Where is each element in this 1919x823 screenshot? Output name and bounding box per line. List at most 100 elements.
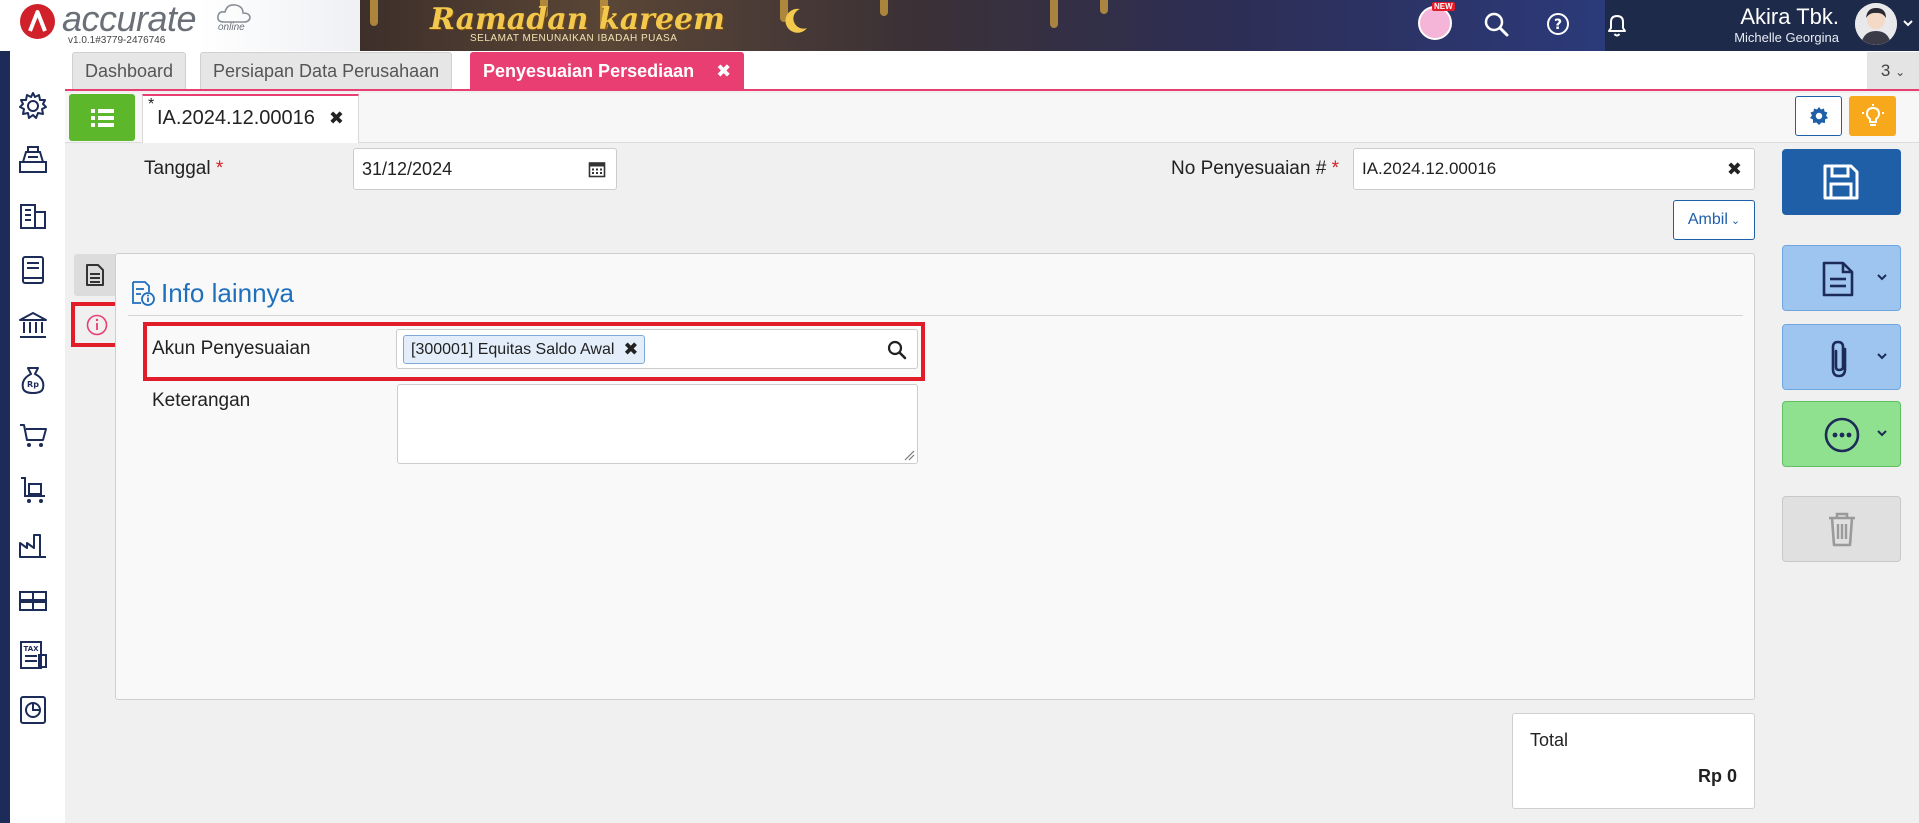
document-info-icon: [130, 280, 156, 306]
no-penyesuaian-value: IA.2024.12.00016: [1362, 159, 1497, 178]
info-tab[interactable]: [71, 302, 119, 347]
save-button[interactable]: [1782, 149, 1901, 215]
search-icon[interactable]: [887, 340, 907, 360]
notification-bell-icon[interactable]: [1605, 12, 1629, 38]
ramadan-banner: Ramadan kareem SELAMAT MENUNAIKAN IBADAH…: [360, 0, 1605, 51]
lantern-decoration: [1100, 0, 1108, 14]
tab-label: Penyesuaian Persediaan: [483, 61, 695, 81]
help-icon[interactable]: ?: [1544, 10, 1572, 38]
version-label: v1.0.1#3779-2476746: [68, 35, 166, 46]
no-penyesuaian-label-text: No Penyesuaian #: [1171, 158, 1327, 179]
search-icon[interactable]: [1482, 10, 1510, 38]
settings-button[interactable]: [1795, 96, 1842, 136]
unsaved-marker: *: [148, 96, 155, 113]
akun-penyesuaian-input[interactable]: [300001] Equitas Saldo Awal ✖: [396, 329, 918, 369]
delete-button[interactable]: [1782, 496, 1901, 562]
tab-penyesuaian-persediaan[interactable]: Penyesuaian Persediaan ✖: [470, 52, 745, 90]
required-mark: *: [1331, 158, 1339, 179]
svg-text:Rp: Rp: [27, 380, 39, 389]
user-name: Akira Tbk.: [1740, 4, 1839, 29]
lightbulb-icon: [1862, 104, 1884, 128]
lantern-decoration: [1050, 0, 1058, 28]
more-options-icon: [1823, 416, 1861, 454]
remove-chip-icon[interactable]: ✖: [623, 336, 638, 363]
purchase-cart-icon[interactable]: [17, 474, 49, 506]
keterangan-label: Keterangan: [152, 390, 251, 411]
accurate-logo-icon: [20, 4, 55, 39]
banner-title: Ramadan kareem: [430, 2, 725, 37]
tanggal-label: Tanggal *: [144, 158, 223, 180]
ambil-button[interactable]: Ambil ⌄: [1673, 200, 1755, 240]
tab-bar: Dashboard Persiapan Data Perusahaan Peny…: [65, 51, 1919, 91]
sidebar-strip: [0, 51, 10, 823]
ambil-label: Ambil: [1687, 211, 1728, 228]
total-label: Total: [1530, 730, 1569, 750]
floppy-disk-icon: [1822, 163, 1860, 201]
svg-text:TAX: TAX: [23, 645, 39, 653]
detail-tab[interactable]: [74, 254, 116, 296]
chevron-down-icon: [1876, 351, 1888, 361]
tab-count-value: 3: [1880, 61, 1891, 80]
gear-icon: [1809, 106, 1829, 126]
list-view-button[interactable]: [69, 94, 135, 141]
tab-persiapan-data-perusahaan[interactable]: Persiapan Data Perusahaan: [200, 52, 453, 89]
resize-handle-icon[interactable]: [903, 449, 915, 461]
building-icon[interactable]: [17, 199, 49, 231]
trash-icon: [1827, 511, 1857, 547]
document-icon: [1821, 260, 1855, 298]
calendar-icon[interactable]: [588, 160, 606, 178]
report-icon[interactable]: [17, 694, 49, 726]
tab-dashboard[interactable]: Dashboard: [72, 52, 187, 89]
panel-title: Info lainnya: [161, 278, 294, 308]
mascot-new-icon[interactable]: NEW: [1418, 2, 1455, 40]
tips-button[interactable]: [1849, 96, 1896, 136]
document-toolbar: * IA.2024.12.00016 ✖: [65, 93, 1919, 143]
lantern-decoration: [880, 0, 888, 16]
tax-icon[interactable]: TAX: [17, 639, 49, 671]
chevron-down-icon: [1876, 428, 1888, 438]
total-value: Rp 0: [1697, 766, 1737, 786]
selected-account-label: [300001] Equitas Saldo Awal: [411, 341, 615, 358]
clear-icon[interactable]: ✖: [1727, 149, 1742, 189]
tab-count-dropdown[interactable]: 3 ⌄: [1867, 52, 1919, 89]
tanggal-date-input[interactable]: 31/12/2024: [353, 148, 617, 190]
selected-account-chip: [300001] Equitas Saldo Awal ✖: [403, 335, 646, 364]
total-summary: Total Rp 0: [1512, 713, 1755, 809]
keterangan-textarea[interactable]: [397, 384, 918, 464]
svg-text:?: ?: [1554, 17, 1562, 33]
chevron-down-icon: ⌄: [1730, 215, 1741, 227]
bank-icon[interactable]: [17, 309, 49, 341]
user-menu-chevron-icon[interactable]: [1902, 18, 1914, 28]
gear-icon[interactable]: [17, 90, 49, 122]
close-document-icon[interactable]: ✖: [329, 108, 344, 128]
cart-icon[interactable]: [17, 419, 49, 451]
document-tab-label: IA.2024.12.00016: [157, 107, 315, 129]
money-bag-icon[interactable]: Rp: [17, 364, 49, 396]
tanggal-label-text: Tanggal: [144, 158, 211, 179]
chevron-down-icon: ⌄: [1895, 65, 1906, 79]
required-mark: *: [215, 158, 224, 179]
print-menu-button[interactable]: [1782, 245, 1901, 311]
paperclip-icon: [1825, 339, 1853, 379]
avatar[interactable]: [1855, 3, 1897, 45]
divider: [128, 315, 1743, 316]
factory-icon[interactable]: [17, 529, 49, 561]
info-lainnya-panel: Info lainnya: [115, 253, 1755, 700]
no-penyesuaian-input[interactable]: IA.2024.12.00016 ✖: [1353, 148, 1755, 190]
cashier-icon[interactable]: [17, 144, 49, 176]
tab-label: Persiapan Data Perusahaan: [213, 61, 440, 81]
more-actions-button[interactable]: [1782, 401, 1901, 467]
tab-label: Dashboard: [85, 61, 174, 81]
tanggal-value: 31/12/2024: [362, 159, 453, 179]
crescent-moon-icon: [780, 6, 810, 36]
ledger-icon[interactable]: [17, 254, 49, 286]
close-tab-icon[interactable]: ✖: [716, 53, 731, 90]
document-tab[interactable]: * IA.2024.12.00016 ✖: [142, 94, 360, 143]
new-badge: NEW: [1432, 2, 1455, 11]
warehouse-icon[interactable]: [17, 584, 49, 616]
document-lines-icon: [85, 263, 105, 287]
top-bar: accurate online v1.0.1#3779-2476746 Rama…: [0, 0, 1919, 51]
lantern-decoration: [370, 0, 378, 26]
logo-area: accurate online v1.0.1#3779-2476746: [0, 0, 360, 51]
attachment-menu-button[interactable]: [1782, 324, 1901, 390]
